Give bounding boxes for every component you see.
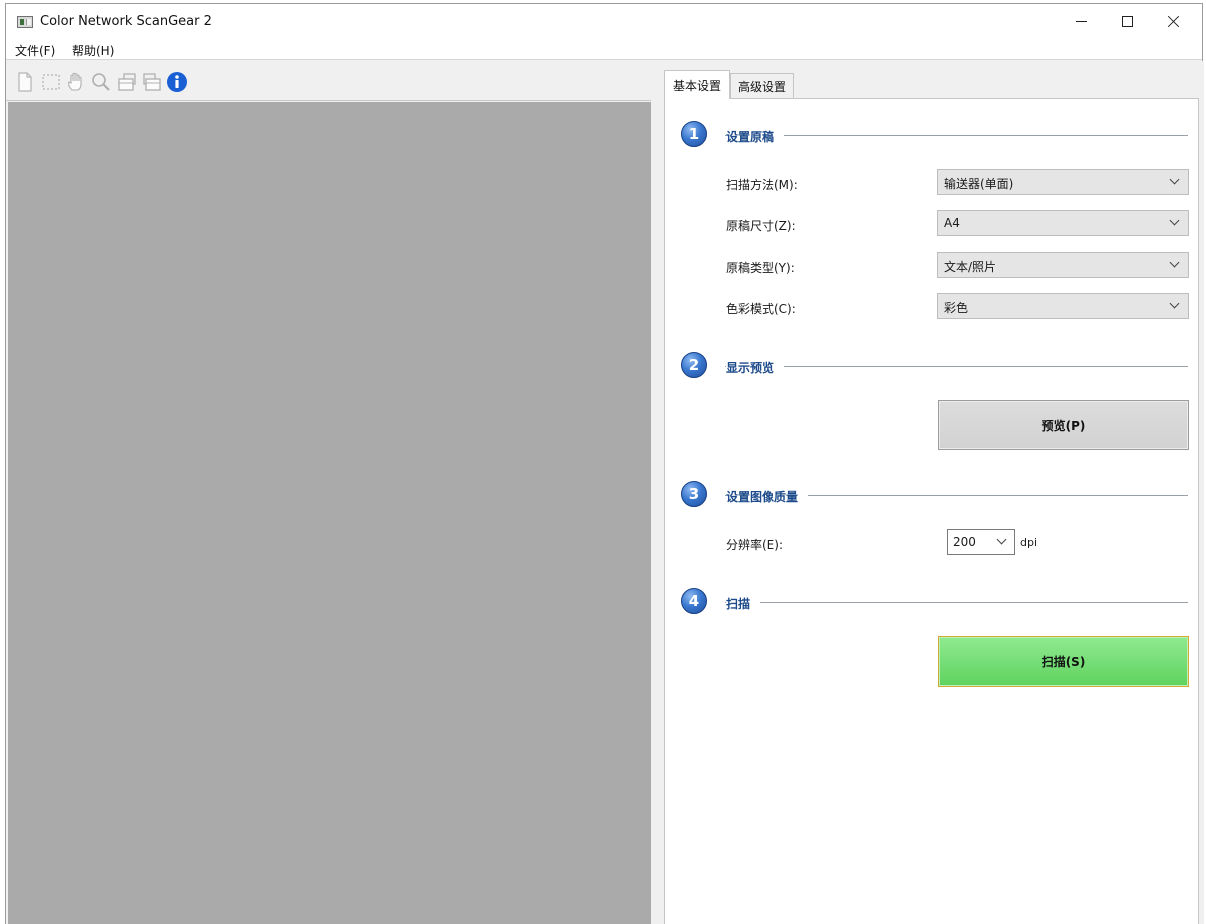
minimize-button[interactable] [1058, 4, 1104, 38]
resolution-label: 分辨率(E): [726, 538, 783, 552]
select-area-icon[interactable] [40, 71, 62, 93]
step-2-icon: 2 [681, 352, 707, 378]
preview-button-label: 预览(P) [1041, 418, 1086, 433]
scan-button-label: 扫描(S) [1041, 655, 1086, 669]
hand-icon[interactable] [65, 71, 87, 93]
tab-basic-label: 基本设置 [672, 78, 721, 93]
step-3-icon: 3 [681, 481, 707, 507]
section-divider [725, 366, 1188, 367]
color-mode-select[interactable]: 彩色 [937, 293, 1189, 319]
close-button[interactable] [1150, 4, 1196, 38]
tab-advanced-settings[interactable]: 高级设置 [730, 73, 794, 98]
preview-area[interactable] [8, 102, 651, 924]
close-icon [1167, 15, 1180, 28]
scan-method-select[interactable]: 输送器(单面) [937, 169, 1189, 195]
section-divider [725, 602, 1188, 603]
maximize-icon [1121, 15, 1133, 27]
scan-button[interactable]: 扫描(S) [938, 636, 1189, 687]
info-icon[interactable] [166, 71, 188, 93]
menu-help[interactable]: 帮助(H) [72, 42, 114, 59]
chevron-down-icon [1169, 215, 1180, 226]
section-divider [725, 135, 1188, 136]
tab-advanced-label: 高级设置 [737, 79, 786, 94]
preview-pane [6, 61, 651, 924]
title-bar[interactable]: Color Network ScanGear 2 [6, 4, 1202, 38]
chevron-down-icon [996, 534, 1007, 545]
app-icon [17, 16, 33, 28]
doc-size-select[interactable]: A4 [937, 210, 1189, 236]
step-1-icon: 1 [681, 121, 707, 147]
maximize-button[interactable] [1104, 4, 1150, 38]
scangear-window: Color Network ScanGear 2 文件(F) 帮助(H) 基本设… [5, 3, 1204, 924]
window-title: Color Network ScanGear 2 [40, 14, 212, 29]
toolbar [6, 61, 651, 101]
resolution-unit: dpi [1020, 536, 1038, 549]
menu-file[interactable]: 文件(F) [15, 42, 55, 59]
tab-basic-settings[interactable]: 基本设置 [664, 70, 730, 99]
menu-bar: 文件(F) 帮助(H) [6, 38, 1202, 60]
rotate-right-icon[interactable] [141, 71, 163, 93]
new-page-icon[interactable] [14, 71, 36, 93]
section-title-show-preview: 显示预览 [726, 359, 785, 376]
section-title-image-quality: 设置图像质量 [726, 488, 809, 505]
doc-type-select[interactable]: 文本/照片 [937, 252, 1189, 278]
section-title-set-original: 设置原稿 [726, 128, 785, 145]
preview-button[interactable]: 预览(P) [938, 400, 1189, 450]
basic-settings-panel: 1 设置原稿 扫描方法(M): 输送器(单面) 原稿尺寸(Z): A4 原稿类型… [664, 98, 1199, 924]
settings-pane: 基本设置 高级设置 1 设置原稿 扫描方法(M): 输送器(单面) 原稿尺寸(Z… [654, 61, 1204, 924]
rotate-left-icon[interactable] [116, 71, 138, 93]
doc-type-label: 原稿类型(Y): [726, 261, 795, 275]
section-title-scan: 扫描 [726, 595, 761, 612]
doc-size-label: 原稿尺寸(Z): [726, 219, 796, 233]
scan-method-label: 扫描方法(M): [726, 178, 798, 192]
chevron-down-icon [1169, 298, 1180, 309]
color-mode-label: 色彩模式(C): [726, 302, 796, 316]
resolution-select[interactable]: 200 [947, 529, 1015, 555]
zoom-icon[interactable] [90, 71, 112, 93]
step-4-icon: 4 [681, 588, 707, 614]
chevron-down-icon [1169, 174, 1180, 185]
minimize-icon [1075, 20, 1087, 22]
chevron-down-icon [1169, 257, 1180, 268]
